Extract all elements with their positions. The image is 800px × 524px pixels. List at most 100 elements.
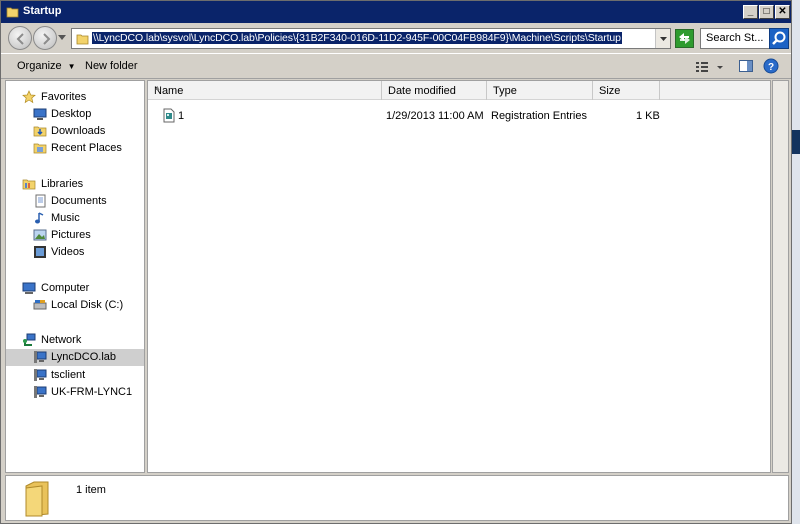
- chevron-down-icon: ▼: [67, 62, 76, 71]
- address-row: \\LyncDCO.lab\sysvol\LyncDCO.lab\Policie…: [1, 23, 791, 53]
- explorer-window: Startup _ □ ✕ \\LyncDCO.lab\sysvol\LyncD…: [0, 0, 792, 524]
- registry-file-icon: [163, 108, 175, 123]
- help-icon[interactable]: ?: [763, 58, 779, 74]
- back-arrow-icon: [16, 33, 24, 45]
- nav-favorites[interactable]: Favorites: [6, 89, 144, 106]
- column-header-row: Name ▲ Date modified Type Size: [148, 81, 770, 100]
- new-folder-button[interactable]: New folder: [85, 60, 138, 72]
- nav-section-label: Computer: [41, 282, 90, 294]
- computer-icon: [22, 282, 36, 294]
- search-input[interactable]: Search St...: [700, 28, 770, 49]
- address-dropdown-button[interactable]: [655, 29, 670, 48]
- search-placeholder: Search St...: [706, 32, 764, 44]
- nav-item-label: Downloads: [51, 125, 106, 137]
- nav-item-tsclient[interactable]: tsclient: [6, 367, 144, 384]
- vertical-scrollbar[interactable]: [772, 80, 789, 473]
- search-button[interactable]: [769, 28, 789, 49]
- nav-item-local-disk[interactable]: Local Disk (C:): [6, 297, 144, 314]
- nav-item-uk-frm-lync1[interactable]: UK-FRM-LYNC1: [6, 384, 144, 401]
- libraries-icon: [22, 179, 36, 190]
- nav-item-label: tsclient: [51, 369, 86, 381]
- nav-item-desktop[interactable]: Desktop: [6, 106, 144, 123]
- nav-item-label: Music: [51, 212, 80, 224]
- disk-icon: [33, 300, 47, 310]
- forward-button[interactable]: [33, 26, 57, 50]
- nav-item-label: Local Disk (C:): [51, 299, 124, 311]
- nav-item-label: Documents: [51, 195, 107, 207]
- file-date-modified: 1/29/2013 11:00 AM: [386, 110, 484, 122]
- column-header-name[interactable]: Name ▲: [148, 81, 382, 100]
- item-count: 1 item: [76, 484, 106, 496]
- folder-icon: [6, 7, 19, 18]
- videos-icon: [34, 246, 46, 258]
- column-header-type[interactable]: Type: [487, 81, 593, 100]
- nav-item-label: Desktop: [51, 108, 92, 120]
- nav-section-label: Libraries: [41, 178, 84, 190]
- column-header-size[interactable]: Size: [593, 81, 660, 100]
- downloads-icon: [33, 126, 47, 137]
- maximize-button[interactable]: □: [759, 5, 774, 19]
- organize-label: Organize: [17, 60, 62, 72]
- chevron-down-icon: [660, 37, 667, 41]
- svg-text:?: ?: [768, 62, 774, 73]
- title-bar[interactable]: Startup _ □ ✕: [1, 1, 791, 23]
- address-bar[interactable]: \\LyncDCO.lab\sysvol\LyncDCO.lab\Policie…: [71, 28, 671, 49]
- window-title: Startup: [23, 5, 62, 17]
- nav-item-recent-places[interactable]: Recent Places: [6, 140, 144, 157]
- column-label: Size: [599, 85, 621, 97]
- refresh-button[interactable]: [675, 29, 694, 48]
- file-list: Name ▲ Date modified Type Size 1 1/29/20…: [147, 80, 771, 473]
- sort-ascending-icon: ▲: [154, 85, 161, 92]
- network-computer-icon: [34, 369, 47, 381]
- nav-item-label: Videos: [51, 246, 85, 258]
- view-options-icon[interactable]: [695, 58, 725, 76]
- nav-item-label: Recent Places: [51, 142, 122, 154]
- nav-section-label: Favorites: [41, 91, 87, 103]
- column-header-date-modified[interactable]: Date modified: [382, 81, 487, 100]
- pictures-icon: [33, 229, 47, 241]
- navigation-pane: Favorites Desktop Downloads Recent Place…: [5, 80, 145, 473]
- nav-item-documents[interactable]: Documents: [6, 193, 144, 210]
- close-button[interactable]: ✕: [775, 5, 790, 19]
- file-type: Registration Entries: [491, 110, 587, 122]
- back-button[interactable]: [8, 26, 32, 50]
- folder-large-icon: [25, 481, 49, 517]
- nav-item-downloads[interactable]: Downloads: [6, 123, 144, 140]
- network-icon: [23, 333, 36, 346]
- address-path[interactable]: \\LyncDCO.lab\sysvol\LyncDCO.lab\Policie…: [92, 32, 622, 44]
- command-bar: Organize ▼ New folder ?: [1, 53, 791, 79]
- desktop-icon: [33, 108, 47, 120]
- music-icon: [35, 212, 44, 224]
- folder-icon: [76, 34, 89, 45]
- nav-item-label: UK-FRM-LYNC1: [51, 386, 133, 398]
- documents-icon: [35, 194, 46, 208]
- recent-pages-chevron-icon[interactable]: [58, 35, 66, 41]
- new-folder-label: New folder: [85, 60, 138, 72]
- nav-computer[interactable]: Computer: [6, 280, 144, 297]
- refresh-icon: [679, 33, 690, 44]
- file-name: 1: [178, 110, 185, 122]
- details-pane: 1 item: [5, 475, 789, 521]
- network-computer-icon: [34, 386, 47, 398]
- nav-network[interactable]: Network: [6, 332, 144, 349]
- nav-item-videos[interactable]: Videos: [6, 244, 144, 261]
- star-icon: [22, 90, 36, 104]
- network-computer-icon: [34, 351, 47, 363]
- nav-item-music[interactable]: Music: [6, 210, 144, 227]
- forward-arrow-icon: [43, 33, 51, 45]
- nav-item-pictures[interactable]: Pictures: [6, 227, 144, 244]
- nav-item-label: LyncDCO.lab: [51, 351, 117, 363]
- recent-places-icon: [33, 143, 47, 154]
- nav-item-label: Pictures: [51, 229, 91, 241]
- organize-button[interactable]: Organize ▼: [17, 60, 76, 72]
- preview-pane-icon[interactable]: [738, 58, 754, 74]
- file-size: 1 KB: [636, 110, 660, 122]
- column-label: Date modified: [388, 85, 456, 97]
- table-row[interactable]: 1 1/29/2013 11:00 AM Registration Entrie…: [148, 107, 770, 125]
- column-label: Type: [493, 85, 517, 97]
- nav-libraries[interactable]: Libraries: [6, 176, 144, 193]
- search-icon: [772, 31, 786, 45]
- minimize-button[interactable]: _: [743, 5, 758, 19]
- nav-section-label: Network: [41, 334, 82, 346]
- nav-item-lyncdco-lab[interactable]: LyncDCO.lab: [6, 349, 144, 366]
